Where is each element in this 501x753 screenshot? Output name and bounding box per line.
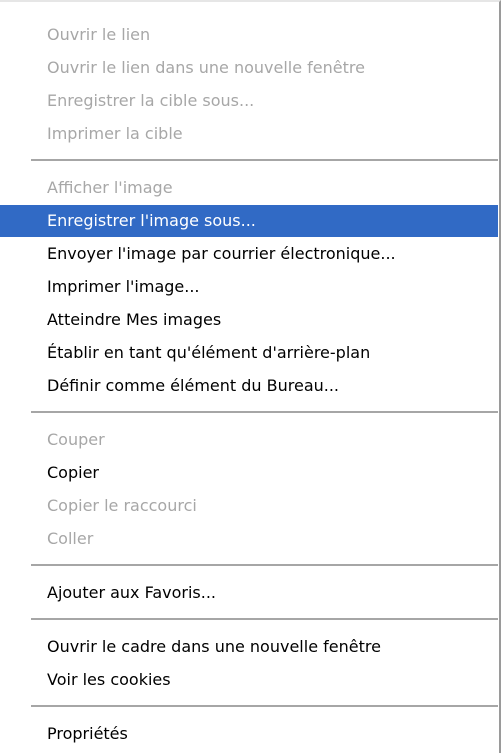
menu-item-copy-shortcut[interactable]: Copier le raccourci	[0, 490, 498, 522]
menu-item-set-as-background[interactable]: Établir en tant qu'élément d'arrière-pla…	[0, 337, 498, 369]
menu-item-open-link-new-window[interactable]: Ouvrir le lien dans une nouvelle fenêtre	[0, 52, 498, 84]
menu-item-properties[interactable]: Propriétés	[0, 718, 498, 750]
menu-item-add-to-favorites[interactable]: Ajouter aux Favoris...	[0, 577, 498, 609]
menu-item-set-as-desktop-item[interactable]: Définir comme élément du Bureau...	[0, 370, 498, 402]
menu-item-save-picture-as[interactable]: Enregistrer l'image sous...	[0, 205, 498, 237]
menu-item-open-frame-new-window[interactable]: Ouvrir le cadre dans une nouvelle fenêtr…	[0, 631, 498, 663]
menu-item-print-picture[interactable]: Imprimer l'image...	[0, 271, 498, 303]
menu-item-show-picture[interactable]: Afficher l'image	[0, 172, 498, 204]
menu-item-save-target-as[interactable]: Enregistrer la cible sous...	[0, 85, 498, 117]
context-menu: Ouvrir le lien Ouvrir le lien dans une n…	[0, 0, 501, 753]
menu-item-paste[interactable]: Coller	[0, 523, 498, 555]
menu-item-email-picture[interactable]: Envoyer l'image par courrier électroniqu…	[0, 238, 498, 270]
menu-separator	[31, 159, 498, 161]
menu-separator	[31, 411, 498, 413]
menu-separator	[31, 705, 498, 707]
menu-separator	[31, 618, 498, 620]
menu-item-open-link[interactable]: Ouvrir le lien	[0, 19, 498, 51]
menu-item-print-target[interactable]: Imprimer la cible	[0, 118, 498, 150]
menu-item-cut[interactable]: Couper	[0, 424, 498, 456]
menu-item-copy[interactable]: Copier	[0, 457, 498, 489]
menu-separator	[31, 564, 498, 566]
menu-item-go-to-my-pictures[interactable]: Atteindre Mes images	[0, 304, 498, 336]
menu-item-view-cookies[interactable]: Voir les cookies	[0, 664, 498, 696]
